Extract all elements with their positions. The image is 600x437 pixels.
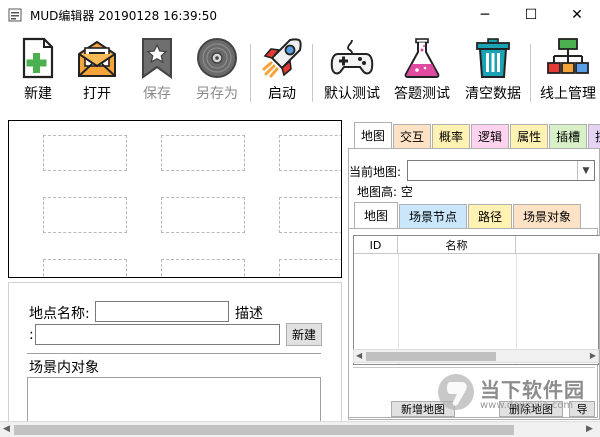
watermark-url: www.downxia.com <box>480 400 574 411</box>
watermark-name: 当下软件园 <box>480 378 585 402</box>
save-label: 保存 <box>143 86 171 102</box>
scrollbar-thumb[interactable] <box>14 425 514 435</box>
save-as-disc-icon <box>197 38 237 78</box>
description-input[interactable] <box>35 324 280 345</box>
map-room-slot[interactable] <box>279 135 341 171</box>
tab-interaction[interactable]: 交互 <box>393 124 432 148</box>
toolbar-separator <box>250 44 251 102</box>
current-map-select[interactable]: ▼ <box>407 160 595 181</box>
map-room-slot[interactable] <box>279 197 341 233</box>
map-grid[interactable]: ID 名称 <box>353 235 600 365</box>
grid-horizontal-scrollbar[interactable]: ◀ ▶ <box>353 349 599 363</box>
gamepad-icon <box>330 39 374 75</box>
map-room-slot[interactable] <box>279 259 341 277</box>
close-button[interactable]: ✕ <box>554 0 600 30</box>
tab-map[interactable]: 地图 <box>354 122 393 148</box>
save-button[interactable]: 保存 <box>133 36 181 108</box>
online-manage-label: 线上管理 <box>540 86 596 102</box>
scene-objects-label: 场景内对象 <box>29 360 99 376</box>
map-room-slot[interactable] <box>43 135 127 171</box>
subtab-map[interactable]: 地图 <box>354 202 399 228</box>
tab-logic[interactable]: 逻辑 <box>471 124 510 148</box>
map-canvas[interactable] <box>8 120 342 278</box>
maximize-button[interactable]: ☐ <box>508 0 554 30</box>
window-horizontal-scrollbar[interactable]: ◀ ▶ <box>0 421 600 437</box>
quiz-test-label: 答题测试 <box>394 86 450 102</box>
new-location-button[interactable]: 新建 <box>286 323 322 346</box>
title-bar: MUD编辑器 20190128 16:39:50 ─ ☐ ✕ <box>0 0 600 30</box>
scroll-left-icon[interactable]: ◀ <box>3 424 10 434</box>
toolbar-separator <box>530 44 531 102</box>
launch-label: 启动 <box>268 86 296 102</box>
map-room-slot[interactable] <box>43 259 127 277</box>
rocket-icon <box>262 38 302 78</box>
quiz-test-button[interactable]: 答题测试 <box>390 36 454 108</box>
toolbar-separator <box>312 44 313 102</box>
map-subtabs: 地图 场景节点 路径 场景对象 <box>354 202 582 228</box>
default-test-button[interactable]: 默认测试 <box>320 36 384 108</box>
map-room-slot[interactable] <box>43 197 127 233</box>
list-divider <box>353 367 595 368</box>
new-label: 新建 <box>24 86 52 102</box>
save-as-label: 另存为 <box>196 86 238 102</box>
flask-icon <box>404 38 440 78</box>
network-icon <box>547 38 589 74</box>
clear-data-label: 清空数据 <box>465 86 521 102</box>
trash-icon <box>476 38 510 78</box>
map-room-slot[interactable] <box>161 197 245 233</box>
tab-attributes[interactable]: 属性 <box>510 124 549 148</box>
open-envelope-icon <box>78 40 116 77</box>
grid-column-line <box>398 254 399 364</box>
column-header-name[interactable]: 名称 <box>398 236 516 254</box>
scroll-right-icon[interactable]: ▶ <box>586 424 593 434</box>
tab-probability[interactable]: 概率 <box>432 124 471 148</box>
map-height-label: 地图高: 空 <box>357 185 413 199</box>
location-name-label: 地点名称: <box>29 306 90 322</box>
default-test-label: 默认测试 <box>324 86 380 102</box>
description-label: 描述 <box>235 306 263 322</box>
save-as-button[interactable]: 另存为 <box>190 36 244 108</box>
watermark-logo-icon <box>438 374 474 410</box>
launch-button[interactable]: 启动 <box>258 36 306 108</box>
open-label: 打开 <box>83 86 111 102</box>
location-name-input[interactable] <box>95 301 229 322</box>
scroll-left-icon[interactable]: ◀ <box>356 351 362 360</box>
window-title: MUD编辑器 20190128 16:39:50 <box>30 9 217 23</box>
location-form: 地点名称: 描述 : 新建 场景内对象 <box>8 282 342 437</box>
watermark: 当下软件园 www.downxia.com <box>436 372 596 418</box>
current-map-label: 当前地图: <box>349 165 402 179</box>
minimize-button[interactable]: ─ <box>462 0 508 30</box>
new-button[interactable]: 新建 <box>14 36 62 108</box>
tab-skill[interactable]: 技 <box>588 124 600 148</box>
map-room-slot[interactable] <box>161 135 245 171</box>
grid-column-line <box>516 254 517 364</box>
form-divider <box>27 353 321 354</box>
save-star-icon <box>142 38 172 79</box>
scrollbar-thumb[interactable] <box>366 352 496 361</box>
chevron-down-icon[interactable]: ▼ <box>577 161 594 180</box>
open-button[interactable]: 打开 <box>73 36 121 108</box>
tab-slots[interactable]: 插槽 <box>549 124 588 148</box>
column-header-id[interactable]: ID <box>354 236 398 254</box>
map-room-slot[interactable] <box>161 259 245 277</box>
new-file-icon <box>22 37 54 79</box>
grid-header: ID 名称 <box>354 236 600 254</box>
toolbar: 新建 打开 保存 另存为 启动 默认测试 答题测试 清空数据 线上管理 <box>0 30 600 110</box>
description-colon: : <box>29 327 34 343</box>
clear-data-button[interactable]: 清空数据 <box>461 36 525 108</box>
subtab-scene-nodes[interactable]: 场景节点 <box>399 204 468 228</box>
main-tabs: 地图 交互 概率 逻辑 属性 插槽 技 <box>354 122 600 148</box>
online-manage-button[interactable]: 线上管理 <box>536 36 600 108</box>
subtab-paths[interactable]: 路径 <box>468 204 513 228</box>
scroll-right-icon[interactable]: ▶ <box>590 351 596 360</box>
app-icon <box>8 8 22 22</box>
subtab-scene-objects[interactable]: 场景对象 <box>513 204 582 228</box>
